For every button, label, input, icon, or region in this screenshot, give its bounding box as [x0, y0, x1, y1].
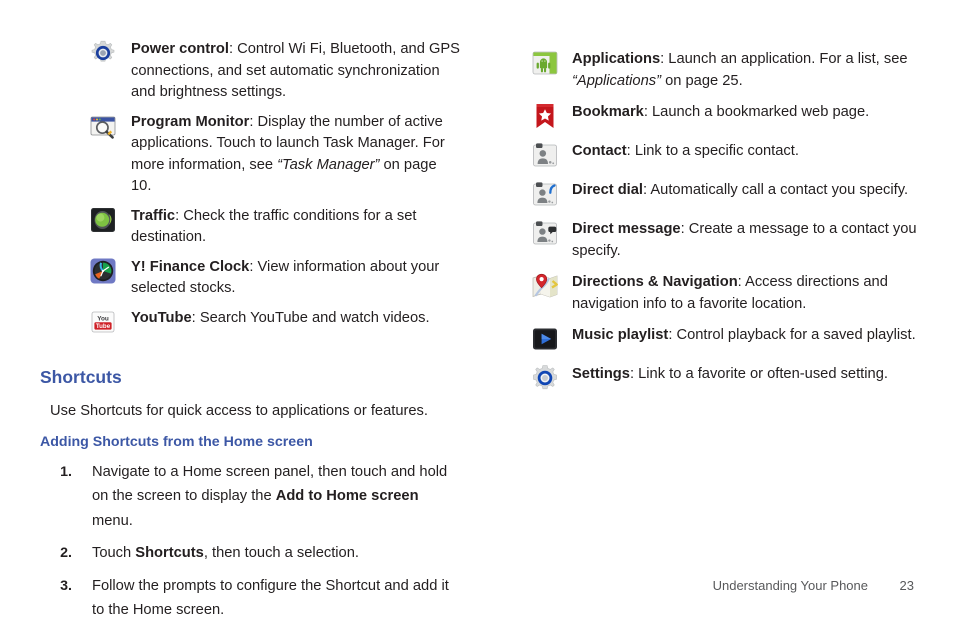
term-description: : Launch an application. For a list, see — [660, 51, 908, 67]
term-description-tail: on page 25. — [660, 72, 743, 89]
cross-reference: “Applications” — [572, 72, 661, 89]
step-text: Touch Shortcuts, then touch a selection. — [92, 541, 460, 566]
program-monitor-window-magnifier-icon — [88, 111, 118, 141]
step-text-before: Touch — [92, 545, 136, 561]
term-label: Direct dial — [572, 182, 644, 198]
shortcuts-heading: Shortcuts — [40, 366, 122, 387]
left-column: Power control: Control Wi Fi, Bluetooth,… — [40, 0, 460, 631]
term-description: : Link to a specific contact. — [626, 143, 799, 159]
music-playlist-play-icon — [530, 324, 560, 354]
list-item: Bookmark: Launch a bookmarked web page. — [530, 101, 920, 131]
list-item: Direct message: Create a message to a co… — [530, 218, 920, 262]
list-item: 2. Touch Shortcuts, then touch a selecti… — [40, 541, 460, 566]
step-text: Navigate to a Home screen panel, then to… — [92, 460, 460, 534]
list-item-text: Contact: Link to a specific contact. — [572, 140, 920, 163]
applications-android-icon — [530, 48, 560, 78]
term-label: Power control — [131, 41, 229, 57]
list-item: Music playlist: Control playback for a s… — [530, 324, 920, 354]
list-item: Direct dial: Automatically call a contac… — [530, 179, 920, 209]
term-description: : Control playback for a saved playlist. — [668, 327, 916, 343]
settings-gear-icon — [530, 363, 560, 393]
svg-text:You: You — [97, 315, 109, 322]
list-item: 1. Navigate to a Home screen panel, then… — [40, 460, 460, 534]
term-description: : Launch a bookmarked web page. — [643, 104, 870, 120]
right-column: Applications: Launch an application. For… — [530, 0, 920, 402]
traffic-light-icon — [88, 205, 118, 235]
step-text-after: menu. — [92, 512, 133, 529]
term-label: Traffic — [131, 207, 176, 224]
list-item-text: Y! Finance Clock: View information about… — [131, 256, 460, 300]
list-item: Applications: Launch an application. For… — [530, 48, 920, 92]
term-label: Music playlist — [572, 327, 669, 343]
list-item-text: Settings: Link to a favorite or often-us… — [572, 363, 920, 386]
list-item-text: Program Monitor: Display the number of a… — [131, 111, 460, 198]
list-item: Y! Finance Clock: View information about… — [88, 256, 460, 300]
list-item-text: Traffic: Check the traffic conditions fo… — [131, 205, 460, 249]
term-label: Contact — [572, 143, 627, 159]
list-item-text: YouTube: Search YouTube and watch videos… — [131, 307, 460, 330]
list-item: Contact: Link to a specific contact. — [530, 140, 920, 170]
list-item: Settings: Link to a favorite or often-us… — [530, 363, 920, 393]
list-item-text: Power control: Control Wi Fi, Bluetooth,… — [131, 38, 460, 104]
term-label: Settings — [572, 366, 630, 382]
step-text-after: , then touch a selection. — [203, 545, 359, 561]
term-label: Directions & Navigation — [572, 274, 738, 290]
footer-page-number: 23 — [899, 578, 914, 593]
adding-shortcuts-heading: Adding Shortcuts from the Home screen — [40, 433, 313, 450]
list-item: Power control: Control Wi Fi, Bluetooth,… — [88, 38, 460, 104]
contact-icon — [530, 140, 560, 170]
youtube-icon: You Tube — [88, 307, 118, 337]
list-item-text: Applications: Launch an application. For… — [572, 48, 920, 92]
power-control-gear-icon — [88, 38, 118, 68]
list-item-text: Direct dial: Automatically call a contac… — [572, 179, 920, 202]
step-text-emphasis: Add to Home screen — [275, 488, 419, 504]
term-label: YouTube — [131, 309, 192, 326]
term-description: : Search YouTube and watch videos. — [191, 309, 430, 326]
shortcut-list: Applications: Launch an application. For… — [530, 0, 920, 393]
list-item: You Tube YouTube: Search YouTube and wat… — [88, 307, 460, 337]
step-number: 1. — [60, 463, 72, 480]
term-description: : Link to a favorite or often-used setti… — [629, 366, 888, 382]
term-label: Applications — [572, 51, 661, 67]
list-item: Traffic: Check the traffic conditions fo… — [88, 205, 460, 249]
list-item: Program Monitor: Display the number of a… — [88, 111, 460, 198]
term-label: Bookmark — [572, 104, 644, 120]
list-item: Directions & Navigation: Access directio… — [530, 271, 920, 315]
step-text-emphasis: Shortcuts — [135, 545, 204, 561]
bookmark-ribbon-star-icon — [530, 101, 560, 131]
term-description: : Automatically call a contact you speci… — [643, 182, 909, 198]
term-label: Y! Finance Clock — [131, 258, 250, 275]
y-finance-clock-icon — [88, 256, 118, 286]
step-number: 2. — [60, 545, 72, 561]
directions-navigation-map-icon — [530, 271, 560, 301]
list-item-text: Direct message: Create a message to a co… — [572, 218, 920, 262]
direct-message-icon — [530, 218, 560, 248]
list-item-text: Bookmark: Launch a bookmarked web page. — [572, 101, 920, 124]
term-label: Program Monitor — [131, 113, 250, 130]
list-item-text: Directions & Navigation: Access directio… — [572, 271, 920, 315]
svg-text:Tube: Tube — [96, 323, 111, 330]
page-footer: Understanding Your Phone 23 — [0, 578, 914, 593]
widget-list: Power control: Control Wi Fi, Bluetooth,… — [40, 0, 460, 337]
cross-reference: “Task Manager” — [277, 156, 380, 173]
shortcuts-intro-paragraph: Use Shortcuts for quick access to applic… — [50, 402, 428, 419]
document-page: Power control: Control Wi Fi, Bluetooth,… — [0, 0, 954, 636]
footer-section-title: Understanding Your Phone — [712, 578, 868, 593]
steps-list: 1. Navigate to a Home screen panel, then… — [40, 460, 460, 623]
list-item-text: Music playlist: Control playback for a s… — [572, 324, 920, 347]
term-label: Direct message — [572, 221, 681, 237]
direct-dial-icon — [530, 179, 560, 209]
